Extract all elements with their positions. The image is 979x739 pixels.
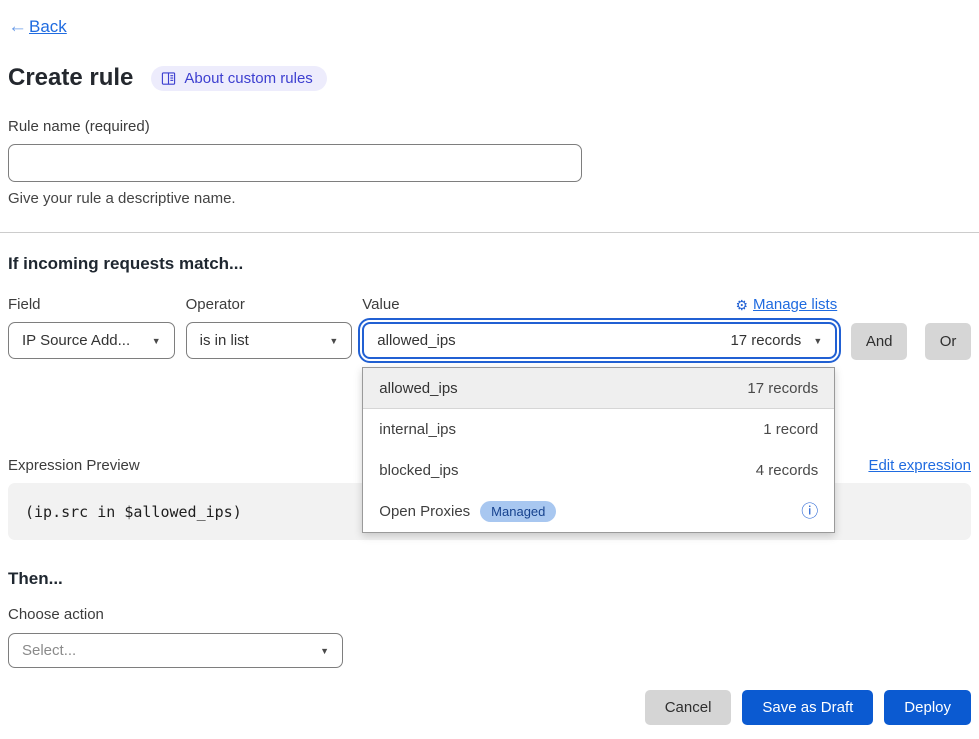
create-rule-page: ←Back Create rule About custom rules Rul… xyxy=(0,0,979,739)
list-item-blocked-ips[interactable]: blocked_ips 4 records xyxy=(363,450,834,491)
field-label: Field xyxy=(8,296,175,313)
page-header: Create rule About custom rules xyxy=(8,64,971,92)
save-as-draft-button[interactable]: Save as Draft xyxy=(742,690,873,725)
rule-name-input[interactable] xyxy=(8,144,582,182)
list-item-records: 4 records xyxy=(756,462,819,479)
operator-select-value: is in list xyxy=(200,332,249,349)
back-link-label: Back xyxy=(29,17,67,37)
book-icon xyxy=(161,71,176,86)
value-select[interactable]: allowed_ips 17 records ▼ xyxy=(362,322,837,359)
chevron-down-icon: ▼ xyxy=(152,336,161,346)
chevron-down-icon: ▼ xyxy=(329,336,338,346)
operator-select[interactable]: is in list ▼ xyxy=(186,322,353,359)
list-item-allowed-ips[interactable]: allowed_ips 17 records xyxy=(363,368,834,409)
about-custom-rules-link[interactable]: About custom rules xyxy=(151,66,326,91)
deploy-button[interactable]: Deploy xyxy=(884,690,971,725)
page-title: Create rule xyxy=(8,64,133,92)
match-section-heading: If incoming requests match... xyxy=(8,254,971,274)
list-item-name: Open Proxies xyxy=(379,503,470,520)
field-select[interactable]: IP Source Add... ▼ xyxy=(8,322,175,359)
choose-action-label: Choose action xyxy=(8,606,971,623)
field-select-value: IP Source Add... xyxy=(22,332,130,349)
action-select[interactable]: Select... ▼ xyxy=(8,633,343,668)
back-arrow-icon: ← xyxy=(8,16,27,38)
then-section-heading: Then... xyxy=(8,569,971,589)
footer-actions: Cancel Save as Draft Deploy xyxy=(8,690,971,725)
and-button[interactable]: And xyxy=(851,323,907,360)
chevron-down-icon: ▼ xyxy=(813,336,822,346)
about-custom-rules-label: About custom rules xyxy=(184,70,312,87)
value-column: Value ⚙ Manage lists allowed_ips 17 reco… xyxy=(362,296,837,359)
value-dropdown-list: allowed_ips 17 records internal_ips 1 re… xyxy=(362,367,835,533)
section-divider xyxy=(0,232,979,233)
operator-label: Operator xyxy=(186,296,353,313)
list-item-name: allowed_ips xyxy=(379,380,457,397)
value-select-wrap: allowed_ips 17 records ▼ allowed_ips 17 … xyxy=(362,322,837,359)
list-item-name: blocked_ips xyxy=(379,462,458,479)
info-icon[interactable]: ⓘ xyxy=(801,503,818,520)
back-link[interactable]: ←Back xyxy=(8,16,67,38)
chevron-down-icon: ▼ xyxy=(320,646,329,656)
action-select-placeholder: Select... xyxy=(22,642,76,659)
value-select-selected: allowed_ips xyxy=(377,332,455,349)
list-item-internal-ips[interactable]: internal_ips 1 record xyxy=(363,409,834,450)
condition-row: Field IP Source Add... ▼ Operator is in … xyxy=(8,296,971,360)
manage-lists-link[interactable]: ⚙ Manage lists xyxy=(735,296,837,313)
expression-code: (ip.src in $allowed_ips) xyxy=(25,503,242,521)
rule-name-help-text: Give your rule a descriptive name. xyxy=(8,190,971,207)
list-item-records: 1 record xyxy=(763,421,818,438)
value-header: Value ⚙ Manage lists xyxy=(362,296,837,313)
list-item-records: 17 records xyxy=(747,380,818,397)
manage-lists-label: Manage lists xyxy=(753,296,837,313)
list-item-name: internal_ips xyxy=(379,421,456,438)
edit-expression-link[interactable]: Edit expression xyxy=(868,457,971,474)
or-button[interactable]: Or xyxy=(925,323,971,360)
cancel-button[interactable]: Cancel xyxy=(645,690,732,725)
rule-name-group: Rule name (required) Give your rule a de… xyxy=(8,118,971,207)
gear-icon: ⚙ xyxy=(735,298,748,312)
rule-name-label: Rule name (required) xyxy=(8,118,971,135)
value-label: Value xyxy=(362,296,399,313)
field-column: Field IP Source Add... ▼ xyxy=(8,296,175,359)
expression-preview-label: Expression Preview xyxy=(8,457,140,474)
managed-badge: Managed xyxy=(480,501,556,522)
list-item-open-proxies[interactable]: Open Proxies Managed ⓘ xyxy=(363,491,834,532)
value-select-records: 17 records xyxy=(730,332,801,349)
back-row: ←Back xyxy=(8,16,971,38)
operator-column: Operator is in list ▼ xyxy=(186,296,353,359)
